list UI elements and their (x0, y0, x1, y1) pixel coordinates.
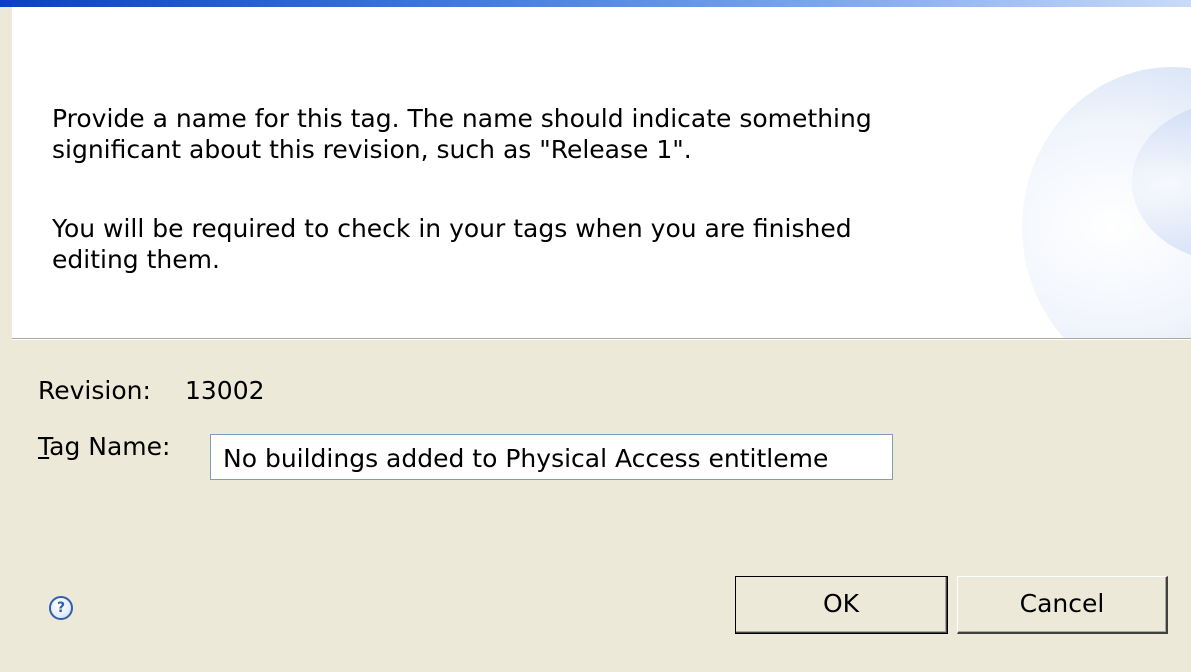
tag-name-label-text: ag Name: (49, 432, 171, 461)
revision-value: 13002 (185, 376, 265, 405)
banner-message-checkin-note: You will be required to check in your ta… (52, 214, 852, 274)
title-accent-bar (0, 0, 1191, 7)
message-banner (12, 7, 1191, 338)
banner-message-instruction: Provide a name for this tag. The name sh… (52, 104, 872, 164)
banner-separator (12, 338, 1191, 340)
help-icon[interactable]: ? (49, 596, 73, 620)
tag-name-input[interactable] (210, 434, 893, 480)
revision-label: Revision: (38, 376, 151, 405)
ok-button[interactable]: OK (735, 576, 948, 634)
cancel-button[interactable]: Cancel (957, 576, 1168, 634)
tag-name-label: Tag Name: (38, 432, 170, 461)
tag-name-label-mnemonic: T (38, 432, 50, 461)
tag-dialog: Provide a name for this tag. The name sh… (0, 0, 1191, 672)
